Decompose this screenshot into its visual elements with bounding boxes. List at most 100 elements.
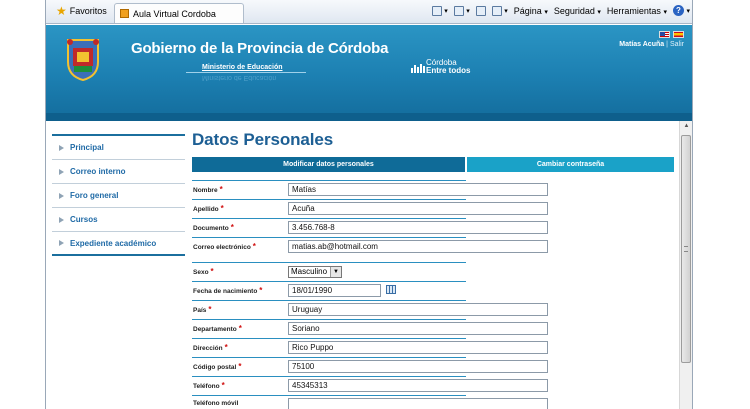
documento-label-text: Documento [193,225,229,232]
required-asterisk: * [210,267,214,276]
sexo-label-text: Sexo [193,269,209,276]
documento-input[interactable]: 3.456.768-8 [288,221,548,234]
form-row-postal: Código postal * 75100 [192,357,548,376]
favorites-label: Favoritos [69,6,107,16]
personal-data-form: Nombre * Matías Apellido * Acuña Documento… [192,180,548,409]
tab-change-password[interactable]: Cambiar contraseña [467,157,674,172]
sidebar-item-expediente[interactable]: Expediente académico [52,232,185,256]
tab-modify-data[interactable]: Modificar datos personales [192,157,465,172]
english-flag-icon[interactable] [659,31,670,38]
logout-link[interactable]: Salir [670,41,684,48]
sidebar-item-foro[interactable]: Foro general [52,184,185,208]
postal-label-text: Código postal [193,364,237,371]
departamento-label: Departamento * [193,324,242,333]
correo-input[interactable]: matias.ab@hotmail.com [288,240,548,253]
required-asterisk: * [220,204,224,213]
form-row-documento: Documento * 3.456.768-8 [192,218,548,237]
browser-tab-title: Aula Virtual Cordoba [133,8,216,19]
apellido-label-text: Apellido [193,206,219,213]
page-icon [120,9,129,18]
apellido-input[interactable]: Acuña [288,202,548,215]
sexo-label: Sexo * [193,267,214,276]
telefono-input[interactable]: 45345313 [288,379,548,392]
browser-tab[interactable]: Aula Virtual Cordoba [114,3,244,23]
command-bar: ▾ ▾ ▾ Página ▾ Seguridad ▾ Herramientas … [431,5,690,16]
sexo-select[interactable]: Masculino ▼ [288,266,342,278]
pais-input[interactable]: Uruguay [288,303,548,316]
sidebar-nav: Principal Correo interno Foro general Cu… [52,134,185,256]
form-row-nacimiento: Fecha de nacimiento * 18/01/1990 [192,281,466,300]
help-button[interactable]: ? ▾ [672,5,690,16]
sidebar-item-cursos[interactable]: Cursos [52,208,185,232]
menu-herramientas[interactable]: Herramientas ▾ [607,6,667,16]
feeds-button[interactable]: ▾ [453,5,470,16]
movil-label-text: Teléfono móvil [193,400,239,407]
spanish-flag-icon[interactable] [673,31,684,38]
required-asterisk: * [219,185,223,194]
required-asterisk: * [252,242,256,251]
nacimiento-label-text: Fecha de nacimiento [193,288,258,295]
user-info: Matías Acuña | Salir [619,41,684,48]
form-row-direccion: Dirección * Rico Puppo [192,338,548,357]
site-header: Gobierno de la Provincia de Córdoba Mini… [46,25,692,121]
triangle-right-icon [59,240,64,246]
sidebar-item-label: Foro general [70,191,119,200]
sidebar-item-correo[interactable]: Correo interno [52,160,185,184]
pais-label: País * [193,305,212,314]
sidebar-item-label: Principal [70,143,104,152]
scroll-up-icon[interactable]: ▲ [682,123,691,132]
menu-pagina[interactable]: Página ▾ [514,6,548,16]
departamento-input[interactable]: Soriano [288,322,548,335]
favorites-button[interactable]: ★ Favoritos [56,5,107,17]
movil-input[interactable] [288,398,548,409]
browser-window: ★ Favoritos Aula Virtual Cordoba ▾ ▾ ▾ P… [45,0,693,409]
menu-seguridad-label: Seguridad [553,5,595,16]
sidebar-item-principal[interactable]: Principal [52,136,185,160]
logo-text-bottom: Entre todos [426,66,471,75]
correo-label: Correo electrónico * [193,242,256,251]
nacimiento-label: Fecha de nacimiento * [193,286,262,295]
nacimiento-input[interactable]: 18/01/1990 [288,284,381,297]
province-crest-icon [67,39,99,82]
sidebar-item-label: Correo interno [70,167,126,176]
required-asterisk: * [230,223,234,232]
form-row-departamento: Departamento * Soriano [192,319,548,338]
home-button[interactable]: ▾ [431,5,448,16]
direccion-input[interactable]: Rico Puppo [288,341,548,354]
mail-button[interactable] [475,5,486,16]
header-bottom-band [46,113,692,121]
sidebar-item-label: Expediente académico [70,238,157,248]
postal-input[interactable]: 75100 [288,360,548,373]
required-asterisk: * [221,381,225,390]
direccion-label: Dirección * [193,343,228,352]
triangle-right-icon [59,144,64,151]
print-button[interactable]: ▾ [491,5,508,16]
ministry-link[interactable]: Ministerio de Educación [202,64,283,71]
correo-label-text: Correo electrónico [193,244,251,251]
postal-label: Código postal * [193,362,241,371]
nombre-label: Nombre * [193,185,223,194]
site-title: Gobierno de la Provincia de Córdoba [131,40,389,57]
help-icon: ? [672,5,684,16]
departamento-label-text: Departamento [193,326,237,333]
language-selector [659,31,684,38]
required-asterisk: * [238,362,242,371]
user-name: Matías Acuña [619,41,665,48]
form-row-nombre: Nombre * Matías [192,180,548,199]
sidebar-item-label: Cursos [70,215,98,224]
required-asterisk: * [224,343,228,352]
sexo-selected-value: Masculino [291,267,328,276]
chevron-down-icon: ▼ [330,267,341,277]
required-asterisk: * [238,324,242,333]
telefono-label: Teléfono * [193,381,225,390]
ministry-underline [186,72,306,73]
rss-icon [453,5,464,16]
pais-label-text: País [193,307,207,314]
calendar-icon[interactable] [386,285,396,294]
nombre-input[interactable]: Matías [288,183,548,196]
nombre-label-text: Nombre [193,187,218,194]
vertical-scrollbar[interactable]: ▲ [679,121,692,409]
triangle-right-icon [59,192,64,199]
scrollbar-thumb[interactable] [681,135,691,363]
menu-seguridad[interactable]: Seguridad ▾ [554,6,601,16]
